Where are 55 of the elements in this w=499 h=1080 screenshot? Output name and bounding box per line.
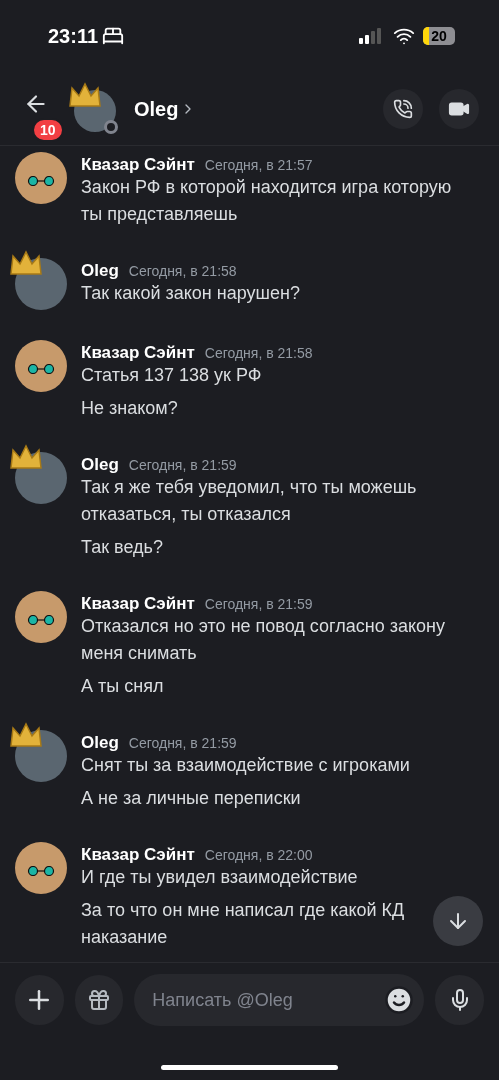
message-timestamp: Сегодня, в 21:58 <box>128 262 237 281</box>
message-timestamp: Сегодня, в 21:57 <box>204 156 313 175</box>
message-timestamp: Сегодня, в 21:59 <box>204 595 313 614</box>
message-text: Так я же тебя уведомил, что ты можешь отказаться, ты отказался <box>81 476 418 526</box>
crown-icon <box>9 250 43 276</box>
glasses-icon <box>25 176 57 186</box>
crown-icon <box>68 81 102 108</box>
message-timestamp: Сегодня, в 21:59 <box>128 734 237 753</box>
crown-icon <box>9 722 43 748</box>
contact-name-link[interactable]: Oleg <box>134 93 197 124</box>
message-text: наказание <box>81 926 168 949</box>
glasses-icon <box>25 364 57 374</box>
bed-icon <box>102 25 125 47</box>
phone-icon <box>393 98 413 119</box>
author-name[interactable]: Oleg <box>81 452 119 478</box>
crown-icon <box>9 444 43 470</box>
avatar-photo[interactable] <box>15 340 67 392</box>
author-name[interactable]: Oleg <box>81 730 119 756</box>
glasses-icon <box>25 615 57 625</box>
avatar-photo[interactable] <box>15 152 67 204</box>
message-input[interactable]: Написать @Oleg <box>134 974 425 1026</box>
message-text: Не знаком? <box>81 397 178 420</box>
voice-call-button[interactable] <box>383 88 423 129</box>
emoji-icon[interactable] <box>384 985 415 1015</box>
microphone-button[interactable] <box>435 975 484 1025</box>
signal-icon <box>359 28 383 44</box>
message-timestamp: Сегодня, в 21:59 <box>128 456 237 475</box>
message-text: Снят ты за взаимодействие с игроками <box>81 754 410 777</box>
battery-indicator: 20 <box>423 27 455 45</box>
message-text: Отказался но это не повод согласно закону меня снимать <box>81 615 446 665</box>
glasses-icon <box>25 866 57 876</box>
message-text: Так какой закон нарушен? <box>81 282 300 305</box>
add-button[interactable] <box>15 975 64 1025</box>
unread-badge: 10 <box>32 117 64 142</box>
author-name[interactable]: Квазар Сэйнт <box>81 842 195 868</box>
message-timestamp: Сегодня, в 22:00 <box>204 846 313 865</box>
author-name[interactable]: Oleg <box>81 258 119 284</box>
author-name[interactable]: Квазар Сэйнт <box>81 591 195 617</box>
avatar-photo[interactable] <box>15 591 67 643</box>
gift-icon <box>87 988 111 1012</box>
message-text: И где ты увидел взаимодействие <box>81 866 358 889</box>
author-name[interactable]: Квазар Сэйнт <box>81 152 195 178</box>
scroll-down-button[interactable] <box>433 896 483 946</box>
message-text: А ты снял <box>81 675 164 698</box>
message-text: А не за личные переписки <box>81 787 301 810</box>
avatar-photo[interactable] <box>15 842 67 894</box>
video-call-button[interactable] <box>439 88 479 129</box>
message-text: Статья 137 138 ук РФ <box>81 364 262 387</box>
author-name[interactable]: Квазар Сэйнт <box>81 340 195 366</box>
message-text: Так ведь? <box>81 536 163 559</box>
message-text: За то что он мне написал где какой КД <box>81 899 405 922</box>
message-timestamp: Сегодня, в 21:58 <box>204 344 313 363</box>
message-input-text[interactable]: Написать @Oleg <box>152 986 385 1014</box>
clock-time: 23:11 <box>48 24 99 49</box>
message-text: Закон РФ в которой находится игра которую ты представляешь <box>81 176 453 226</box>
